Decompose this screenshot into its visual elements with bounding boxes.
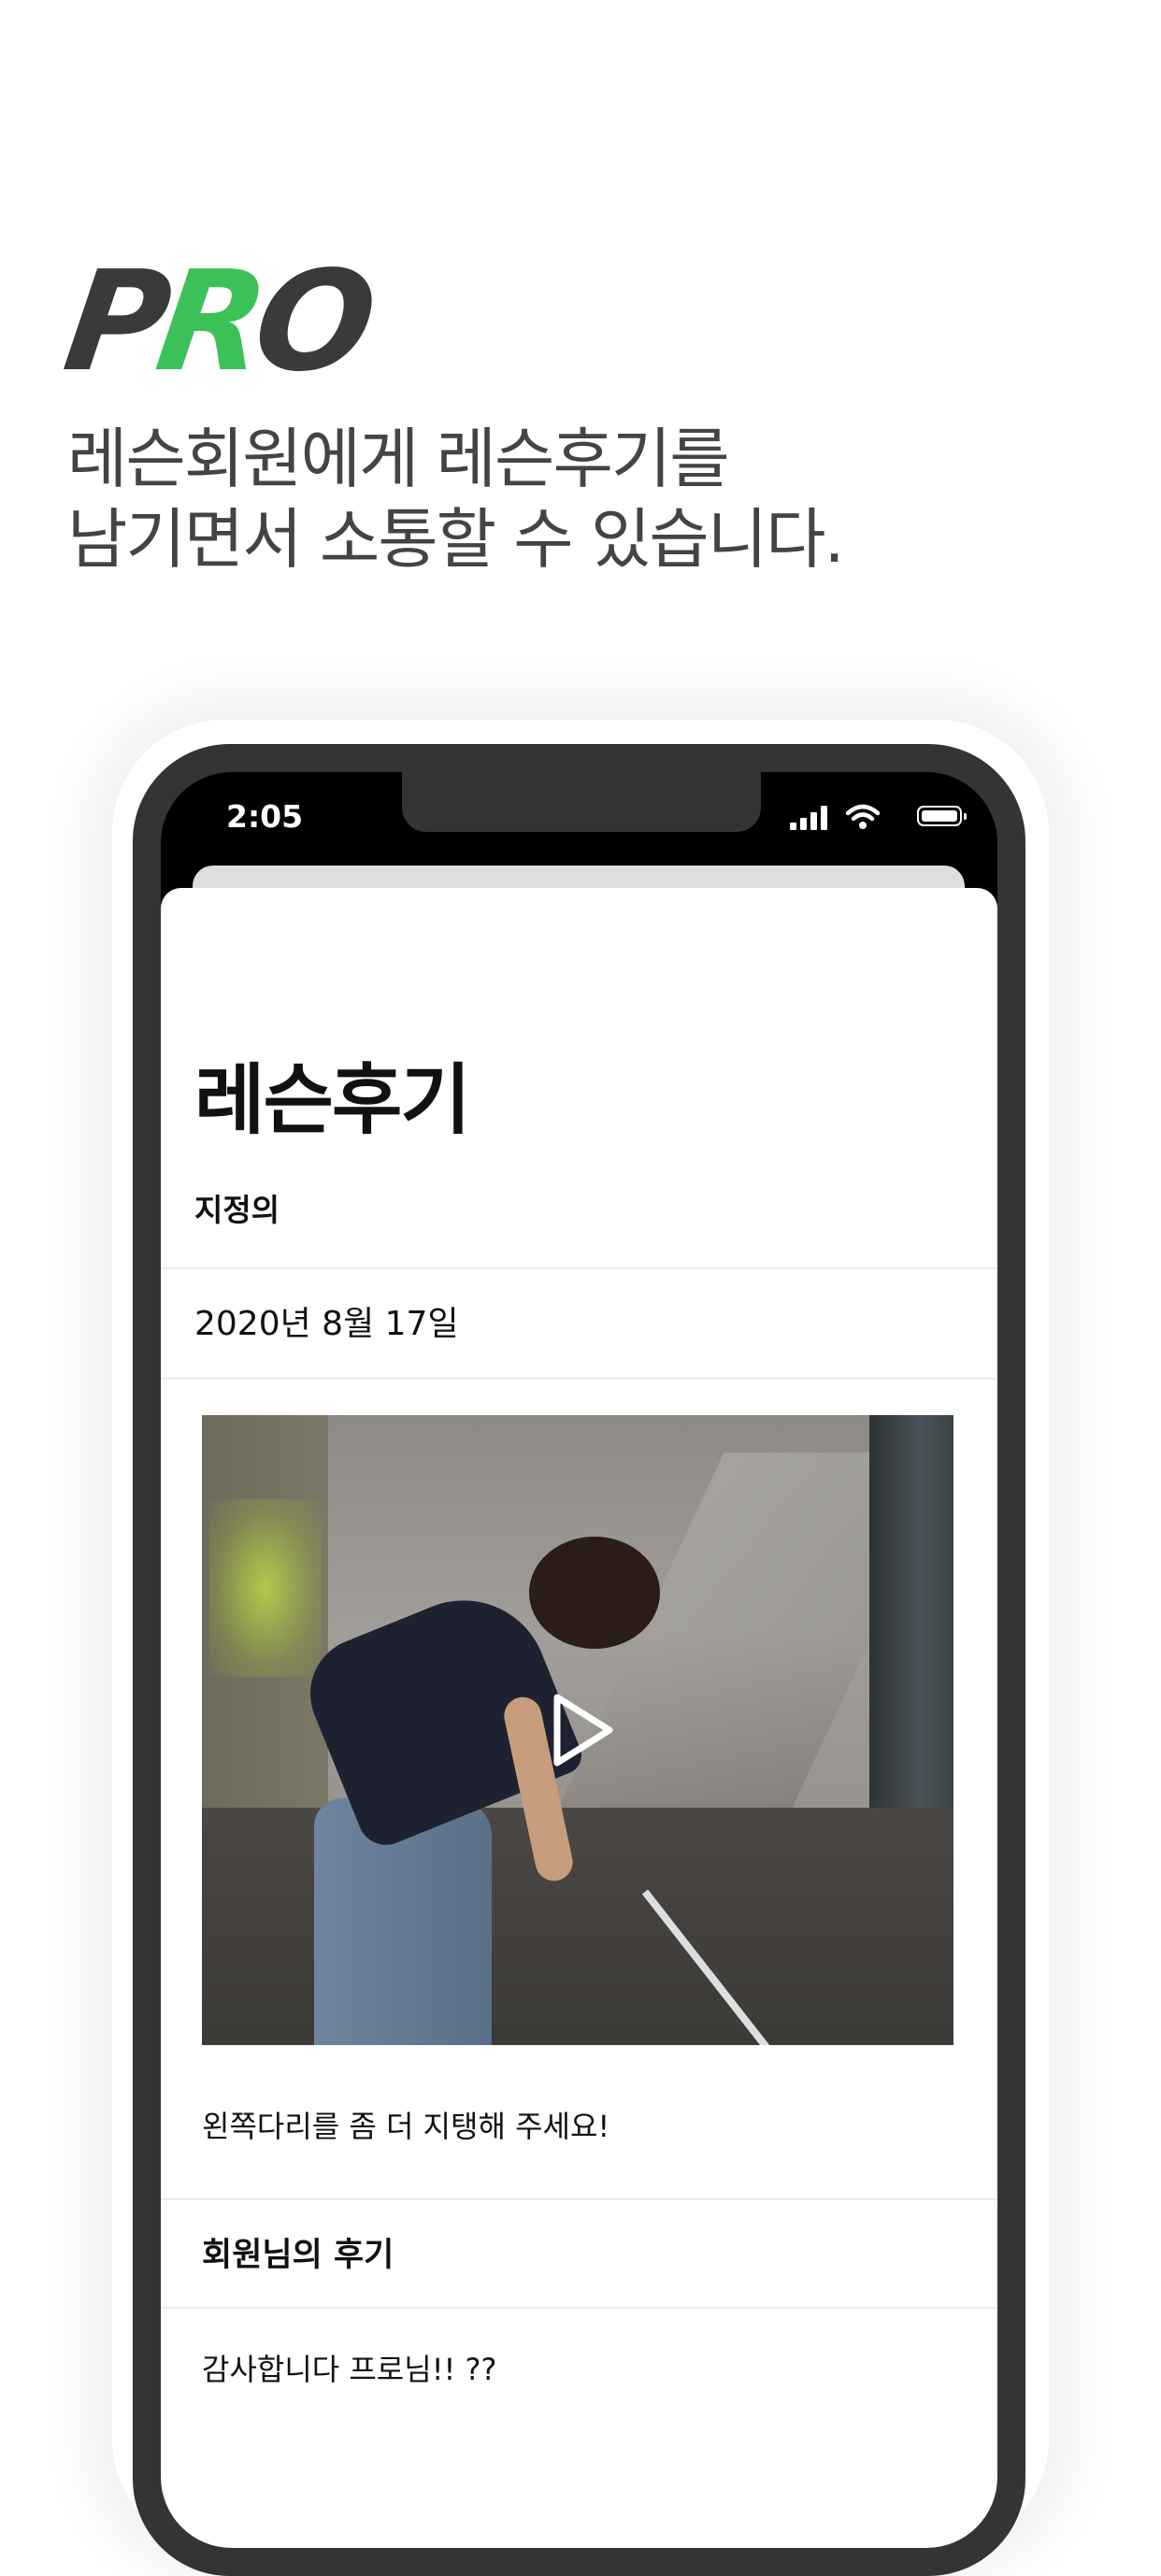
page-title: 레슨후기: [194, 1056, 471, 1145]
member-review-heading: 회원님의 후기: [202, 2237, 394, 2274]
coach-name: 지정의: [194, 1192, 280, 1228]
marketing-headline: 레슨회원에게 레슨후기를 남기면서 소통할 수 있습니다.: [67, 419, 1096, 580]
divider: [161, 2198, 997, 2200]
status-time: 2:05: [226, 798, 304, 835]
cellular-signal-icon: [790, 806, 827, 830]
golfer-head: [529, 1537, 660, 1649]
divider: [161, 1378, 997, 1380]
phone-screen: 2:05 레슨후기 지정의 2020년 8월 17일 왼쪽다리를 좀 더 지탱해…: [161, 772, 997, 2548]
headline-line-2: 남기면서 소통할 수 있습니다.: [67, 501, 845, 578]
member-review-text: 감사합니다 프로님!! ??: [202, 2352, 497, 2387]
lesson-date: 2020년 8월 17일: [194, 1305, 459, 1343]
pro-logo: PRO: [56, 241, 376, 402]
divider: [161, 1267, 997, 1269]
lesson-review-sheet[interactable]: 레슨후기 지정의 2020년 8월 17일 왼쪽다리를 좀 더 지탱해 주세요!…: [161, 888, 997, 2548]
lesson-video[interactable]: [202, 1415, 953, 2045]
phone-notch: [402, 772, 761, 832]
battery-icon: [917, 806, 967, 826]
logo-letter-o: O: [245, 241, 377, 402]
play-icon[interactable]: [550, 1692, 615, 1768]
wifi-icon: [846, 804, 880, 829]
coach-comment: 왼쪽다리를 좀 더 지탱해 주세요!: [202, 2109, 610, 2144]
headline-line-1: 레슨회원에게 레슨후기를: [67, 421, 730, 497]
video-frame-glow: [209, 1499, 322, 1677]
divider: [161, 2307, 997, 2309]
